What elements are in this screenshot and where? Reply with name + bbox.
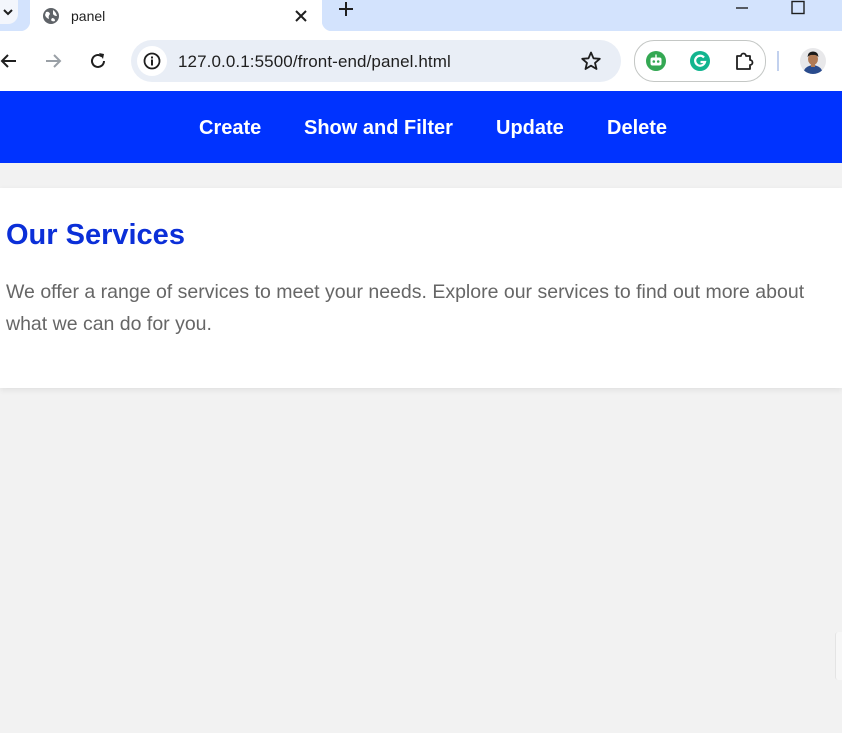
services-section: Our Services We offer a range of service… bbox=[0, 188, 842, 388]
back-arrow-icon[interactable] bbox=[0, 50, 20, 72]
toolbar-divider bbox=[777, 51, 779, 71]
nav-link-delete[interactable]: Delete bbox=[607, 117, 667, 140]
minimize-icon[interactable] bbox=[734, 0, 750, 16]
close-icon[interactable] bbox=[292, 7, 310, 25]
tab-title: panel bbox=[71, 8, 106, 24]
star-icon[interactable] bbox=[580, 50, 602, 72]
address-bar[interactable]: 127.0.0.1:5500/front-end/panel.html bbox=[131, 40, 621, 82]
tab-panel[interactable]: panel bbox=[20, 0, 332, 31]
reload-icon[interactable] bbox=[87, 50, 109, 72]
chevron-down-icon bbox=[3, 9, 13, 16]
globe-icon bbox=[43, 8, 59, 24]
forward-arrow-icon[interactable] bbox=[42, 50, 64, 72]
robot-extension-icon[interactable] bbox=[645, 50, 667, 72]
grammarly-icon[interactable] bbox=[689, 50, 711, 72]
main-navbar: Create Show and Filter Update Delete bbox=[0, 91, 842, 163]
profile-picture-icon bbox=[800, 48, 826, 74]
scrollbar-thumb[interactable] bbox=[835, 632, 842, 680]
services-description: We offer a range of services to meet you… bbox=[6, 281, 805, 335]
tab-search-button[interactable] bbox=[0, 0, 18, 24]
nav-link-create[interactable]: Create bbox=[199, 117, 261, 140]
tab-strip: panel bbox=[0, 0, 842, 31]
services-heading: Our Services bbox=[6, 219, 185, 251]
extensions-group bbox=[634, 40, 766, 82]
browser-toolbar: 127.0.0.1:5500/front-end/panel.html bbox=[0, 31, 842, 91]
url-text: 127.0.0.1:5500/front-end/panel.html bbox=[178, 52, 451, 71]
nav-link-show-and-filter[interactable]: Show and Filter bbox=[304, 117, 453, 140]
avatar[interactable] bbox=[800, 48, 826, 74]
maximize-icon[interactable] bbox=[790, 0, 806, 16]
info-icon bbox=[143, 52, 161, 70]
puzzle-extensions-icon[interactable] bbox=[733, 50, 755, 72]
site-info-button[interactable] bbox=[137, 46, 167, 76]
plus-icon[interactable] bbox=[337, 0, 355, 18]
nav-link-update[interactable]: Update bbox=[496, 117, 564, 140]
